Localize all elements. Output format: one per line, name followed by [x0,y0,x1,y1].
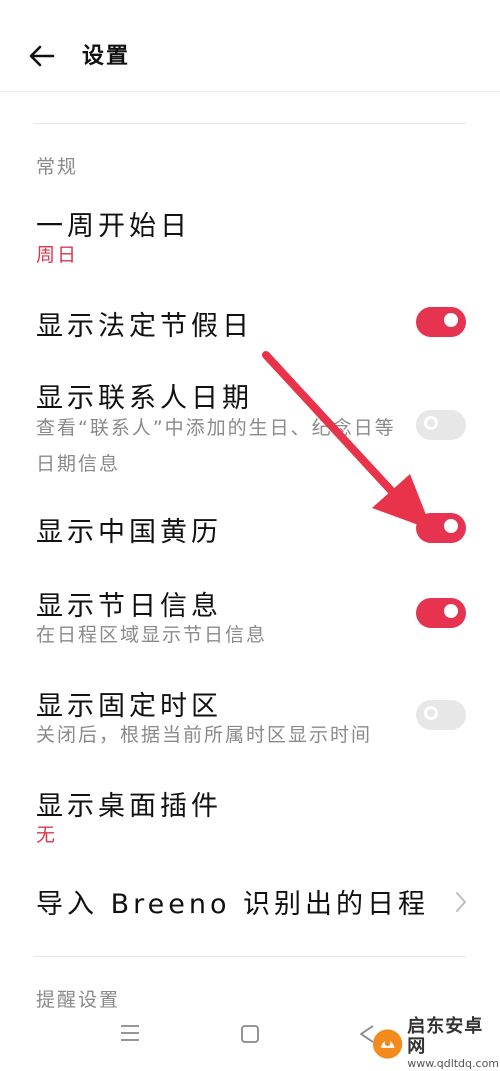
row-week-start[interactable]: 一周开始日 周日 [0,196,500,276]
row-desktop-widget[interactable]: 显示桌面插件 无 [0,776,500,856]
row-title: 显示法定节假日 [36,311,253,342]
contact-dates-toggle[interactable] [416,410,466,440]
chevron-right-icon [456,892,466,912]
row-show-festival-info[interactable]: 显示节日信息 在日程区域显示节日信息 [0,574,500,654]
festival-info-toggle[interactable] [416,598,466,628]
section-label-general: 常规 [36,156,79,178]
holidays-toggle[interactable] [416,307,466,337]
nav-home-button[interactable] [240,1024,260,1048]
row-import-breeno[interactable]: 导入 Breeno 识别出的日程 [0,872,500,932]
title-bar: 设置 [0,0,500,92]
row-subtitle: 在日程区域显示节日信息 [36,624,268,646]
fixed-timezone-toggle[interactable] [416,700,466,730]
almanac-toggle[interactable] [416,513,466,543]
row-value: 周日 [36,244,79,266]
row-value: 无 [36,824,58,846]
row-show-contact-dates[interactable]: 显示联系人日期 查看“联系人”中添加的生日、纪念日等日期信息 [0,366,500,476]
page-title: 设置 [82,44,131,69]
watermark-logo-icon [372,1029,403,1059]
section-label-reminder: 提醒设置 [36,989,121,1011]
toggle-knob [444,604,458,618]
row-title: 导入 Breeno 识别出的日程 [36,889,430,920]
row-subtitle: 关闭后，根据当前所属时区显示时间 [36,724,373,746]
row-subtitle: 查看“联系人”中添加的生日、纪念日等日期信息 [36,417,396,475]
back-button[interactable] [22,38,62,74]
row-show-fixed-timezone[interactable]: 显示固定时区 关闭后，根据当前所属时区显示时间 [0,674,500,754]
menu-icon [121,1025,139,1041]
toggle-knob [424,706,438,720]
divider [34,956,466,957]
home-square-icon [241,1025,259,1043]
row-title: 显示中国黄历 [36,517,222,548]
divider [34,123,466,124]
watermark: 启东安卓网 www.qdltdq.com [372,1017,500,1070]
nav-menu-button[interactable] [120,1024,140,1046]
toggle-knob [444,519,458,533]
toggle-knob [424,416,438,430]
row-show-almanac[interactable]: 显示中国黄历 [0,496,500,562]
watermark-name: 启东安卓网 [407,1016,484,1057]
row-show-holidays[interactable]: 显示法定节假日 [0,290,500,356]
back-arrow-icon [29,45,55,67]
toggle-knob [444,313,458,327]
watermark-url: www.qdltdq.com [407,1057,500,1070]
